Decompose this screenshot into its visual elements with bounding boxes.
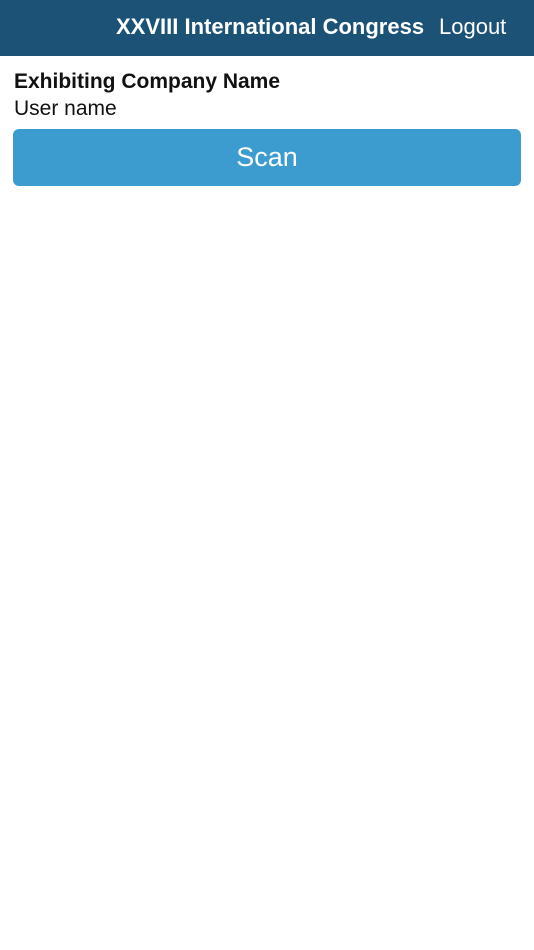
logout-button[interactable]: Logout (439, 13, 506, 41)
company-name: Exhibiting Company Name (14, 70, 281, 93)
app-screen: XXVIII International Congress Logout Exh… (0, 0, 534, 950)
page-title: XXVIII International Congress (116, 14, 425, 39)
user-name: User name (14, 97, 117, 120)
scan-button[interactable]: Scan (13, 129, 521, 186)
app-header: XXVIII International Congress Logout (0, 0, 534, 56)
